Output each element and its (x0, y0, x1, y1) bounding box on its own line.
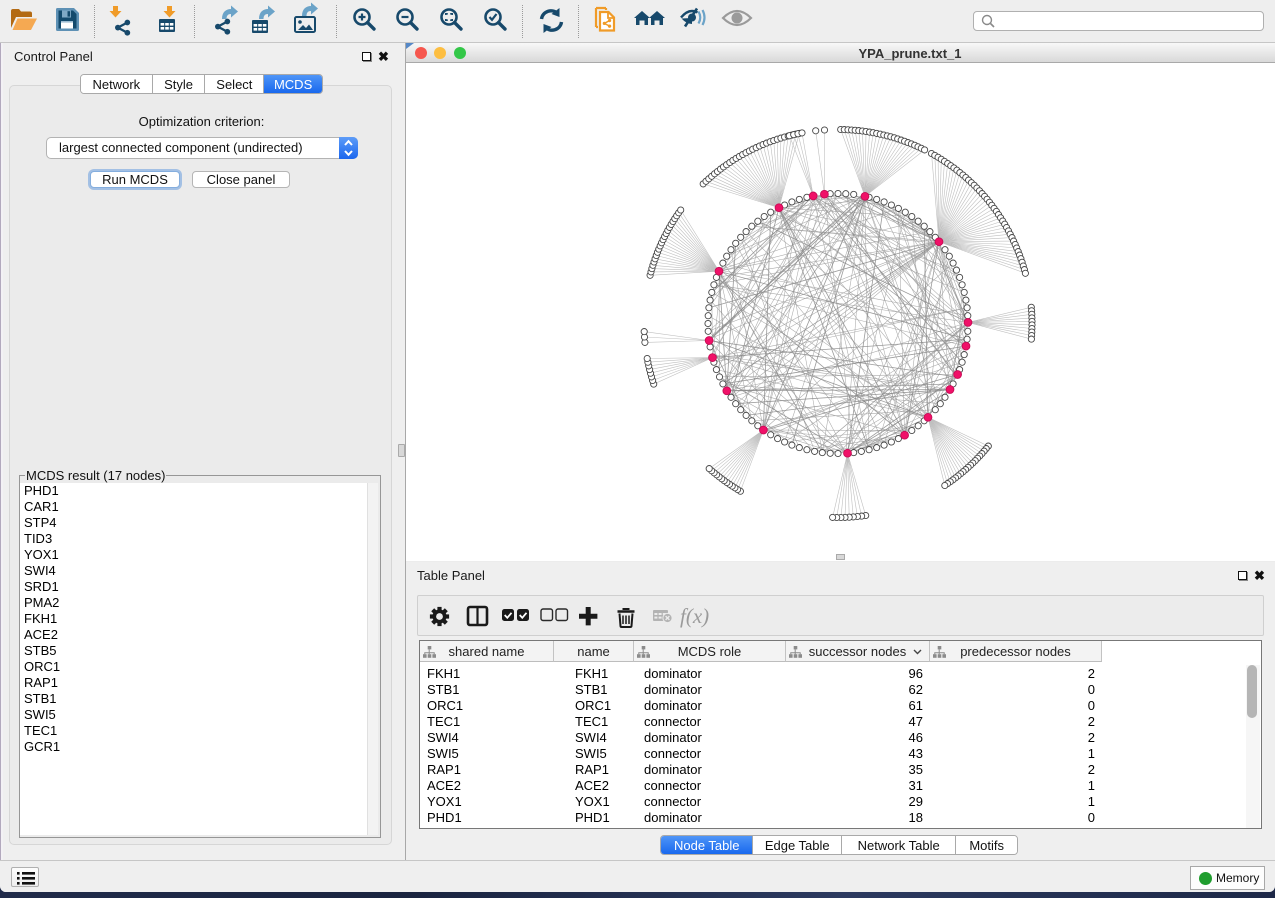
svg-text:f(x): f(x) (680, 604, 709, 628)
